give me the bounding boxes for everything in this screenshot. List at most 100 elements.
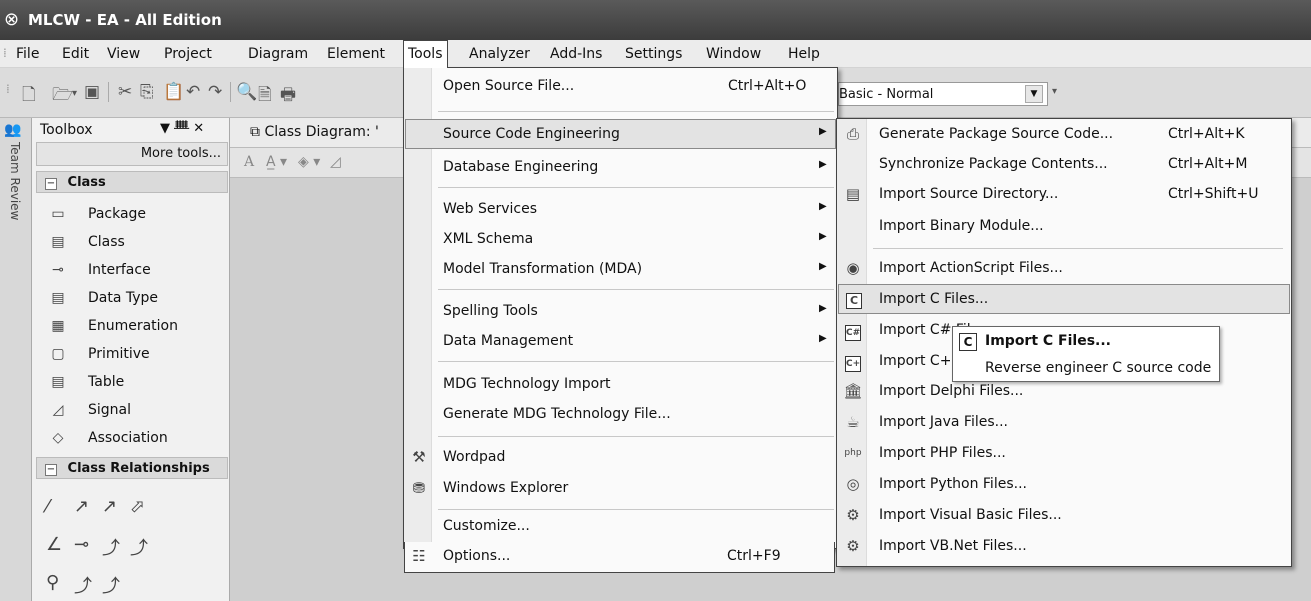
- line-color-icon[interactable]: ◿: [330, 154, 341, 170]
- menu-window[interactable]: Window: [706, 46, 761, 62]
- windows-explorer-icon: ⛃: [412, 479, 426, 497]
- menu-item-options[interactable]: ☷ Options... Ctrl+F9: [404, 542, 835, 573]
- chevron-down-icon[interactable]: ▼: [1025, 85, 1043, 103]
- menu-item-shortcut: Ctrl+Alt+O: [728, 78, 807, 94]
- menu-item-customize[interactable]: Customize...: [405, 515, 836, 543]
- print-preview-icon[interactable]: 🔍: [236, 82, 257, 102]
- toolbox-header: Toolbox ▼ ᚙ ✕: [32, 118, 230, 140]
- menu-element[interactable]: Element: [327, 46, 385, 62]
- package-import-icon[interactable]: ⤴: [74, 572, 92, 598]
- submenu-item-import-source-directory[interactable]: ▤ Import Source Directory... Ctrl+Shift+…: [838, 180, 1290, 210]
- class-relationships-section-header[interactable]: − Class Relationships: [36, 457, 228, 479]
- workspace-combo[interactable]: Basic - Normal ▼: [838, 82, 1048, 106]
- page-setup-icon[interactable]: 🗎: [258, 82, 272, 111]
- submenu-item-import-php-files[interactable]: php Import PHP Files...: [838, 439, 1290, 469]
- submenu-arrow-icon: ▶: [819, 201, 827, 212]
- menu-view[interactable]: View: [107, 46, 140, 62]
- menu-edit[interactable]: Edit: [62, 46, 89, 62]
- paste-icon[interactable]: 📋: [163, 82, 184, 102]
- menu-item-label: Windows Explorer: [443, 480, 569, 496]
- menu-item-label: Open Source File...: [443, 78, 575, 94]
- submenu-item-import-binary-module[interactable]: Import Binary Module...: [838, 212, 1290, 242]
- menu-separator: [438, 111, 834, 112]
- nesting-icon[interactable]: ⚲: [46, 572, 59, 593]
- collapse-icon[interactable]: −: [45, 464, 57, 476]
- font-color-icon[interactable]: A̲ ▾: [266, 154, 287, 170]
- more-tools-button[interactable]: More tools...: [36, 142, 228, 166]
- open-icon[interactable]: 🗁: [52, 82, 73, 111]
- open-dropdown-icon[interactable]: ▾: [72, 88, 77, 99]
- print-icon[interactable]: 🖶: [280, 82, 296, 111]
- menu-item-label: XML Schema: [443, 231, 534, 247]
- menu-item-label: Import Java Files...: [879, 414, 1009, 430]
- association-line-icon[interactable]: ⁄: [46, 496, 49, 517]
- menu-item-web-services[interactable]: Web Services ▶: [405, 195, 836, 225]
- class-section-header[interactable]: − Class: [36, 171, 228, 193]
- collapse-icon[interactable]: −: [45, 178, 57, 190]
- submenu-item-import-java-files[interactable]: ☕ Import Java Files...: [838, 408, 1290, 438]
- submenu-item-import-c-files[interactable]: C Import C Files...: [838, 284, 1290, 314]
- fill-color-icon[interactable]: ◈ ▾: [298, 154, 320, 170]
- toolbox-item-label: Table: [88, 374, 125, 390]
- font-icon[interactable]: A: [244, 154, 254, 170]
- association-icon: ◇: [52, 430, 64, 446]
- menu-item-label: Synchronize Package Contents...: [879, 156, 1108, 172]
- dependency-icon[interactable]: ⤴: [102, 534, 120, 560]
- menu-file[interactable]: File: [16, 46, 39, 62]
- diagram-tab-label: Class Diagram: ': [264, 124, 379, 140]
- menu-add-ins[interactable]: Add-Ins: [550, 46, 602, 62]
- menu-item-open-source-file[interactable]: Open Source File... Ctrl+Alt+O: [405, 72, 836, 102]
- undo-icon[interactable]: ↶: [186, 82, 200, 102]
- assembly-icon[interactable]: ⊸: [74, 534, 89, 555]
- menu-project[interactable]: Project: [164, 46, 212, 62]
- menu-bar: ⁞ File Edit View Project Diagram Element…: [0, 40, 1311, 68]
- menu-item-generate-mdg-technology-file[interactable]: Generate MDG Technology File...: [405, 400, 836, 430]
- menu-help[interactable]: Help: [788, 46, 820, 62]
- new-project-icon[interactable]: 🗋: [22, 82, 36, 111]
- menu-item-xml-schema[interactable]: XML Schema ▶: [405, 225, 836, 255]
- save-icon[interactable]: ▣: [84, 82, 100, 102]
- submenu-item-generate-package-source-code[interactable]: ⎙ Generate Package Source Code... Ctrl+A…: [838, 120, 1290, 150]
- team-review-strip[interactable]: 👥 Team Review: [0, 118, 32, 601]
- menu-diagram[interactable]: Diagram: [248, 46, 308, 62]
- submenu-item-synchronize-package-contents[interactable]: Synchronize Package Contents... Ctrl+Alt…: [838, 150, 1290, 180]
- menu-item-label: MDG Technology Import: [443, 376, 611, 392]
- more-tools-label: More tools...: [140, 146, 221, 161]
- menu-item-windows-explorer[interactable]: ⛃ Windows Explorer: [405, 474, 836, 504]
- package-merge-icon[interactable]: ⤴: [102, 572, 120, 598]
- menu-item-label: Wordpad: [443, 449, 506, 465]
- diagram-tab[interactable]: ⧉ Class Diagram: ': [250, 124, 379, 140]
- signal-icon: ◿: [52, 402, 64, 418]
- menu-item-label: Import PHP Files...: [879, 445, 1006, 461]
- trace-icon[interactable]: ⤴: [130, 534, 148, 560]
- team-review-tab[interactable]: Team Review: [8, 142, 22, 220]
- generalization-icon[interactable]: ↗: [102, 496, 117, 517]
- copy-icon[interactable]: ⎘: [140, 82, 154, 102]
- submenu-item-import-python-files[interactable]: ◎ Import Python Files...: [838, 470, 1290, 500]
- menu-item-wordpad[interactable]: ⚒ Wordpad: [405, 443, 836, 473]
- menu-analyzer[interactable]: Analyzer: [469, 46, 530, 62]
- menu-item-spelling-tools[interactable]: Spelling Tools ▶: [405, 297, 836, 327]
- menu-item-database-engineering[interactable]: Database Engineering ▶: [405, 153, 836, 183]
- menu-item-data-management[interactable]: Data Management ▶: [405, 327, 836, 357]
- menu-item-label: Import Source Directory...: [879, 186, 1059, 202]
- submenu-item-import-vbnet-files[interactable]: ⚙ Import VB.Net Files...: [838, 532, 1290, 562]
- menu-settings[interactable]: Settings: [625, 46, 682, 62]
- menubar-grip-icon: ⁞: [3, 46, 7, 60]
- submenu-item-import-visual-basic-files[interactable]: ⚙ Import Visual Basic Files...: [838, 501, 1290, 531]
- menu-item-mdg-technology-import[interactable]: MDG Technology Import: [405, 370, 836, 400]
- cut-icon[interactable]: ✂: [118, 82, 132, 102]
- menu-item-source-code-engineering[interactable]: Source Code Engineering ▶: [405, 119, 836, 149]
- menu-tools[interactable]: Tools: [403, 40, 448, 68]
- aggregation-icon[interactable]: ∠: [46, 534, 62, 555]
- submenu-item-import-actionscript-files[interactable]: ◉ Import ActionScript Files...: [838, 254, 1290, 284]
- menu-item-model-transformation[interactable]: Model Transformation (MDA) ▶: [405, 255, 836, 285]
- submenu-arrow-icon: ▶: [819, 126, 827, 137]
- directed-association-icon[interactable]: ↗: [74, 496, 89, 517]
- toolbox-controls[interactable]: ▼ ᚙ ✕: [160, 121, 204, 136]
- menu-item-label: Import Binary Module...: [879, 218, 1044, 234]
- redo-icon[interactable]: ↷: [208, 82, 222, 102]
- toolbar-overflow-icon[interactable]: ▾: [1052, 86, 1057, 97]
- menu-item-label: Source Code Engineering: [443, 126, 620, 142]
- realization-icon[interactable]: ⬀: [130, 496, 145, 517]
